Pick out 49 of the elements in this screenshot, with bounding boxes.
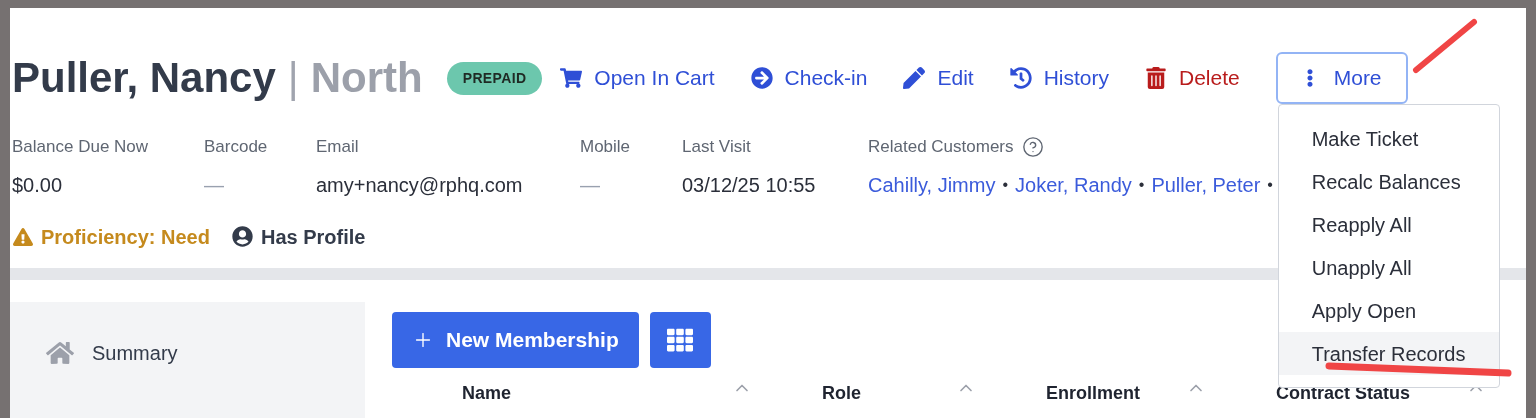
customer-link[interactable]: Puller, Peter <box>1151 169 1261 200</box>
cart-button[interactable]: Open In Cart <box>560 62 715 94</box>
menu-item[interactable]: Unapply All <box>1278 246 1499 289</box>
field-value: — <box>580 172 601 198</box>
edit-button[interactable]: Edit <box>903 62 974 94</box>
flag-label: Has Profile <box>260 224 366 250</box>
customer-name: Puller, Nancy <box>12 57 276 99</box>
field-value: — <box>204 172 225 198</box>
more-button[interactable]: More <box>1275 52 1408 104</box>
field-value: amy+nancy@rphq.com <box>316 172 524 198</box>
flag-label: Proficiency: Need <box>41 224 210 250</box>
field-label: Last Visit <box>682 136 752 158</box>
warning-icon <box>13 227 33 246</box>
history-icon <box>1009 67 1032 89</box>
home-icon <box>46 339 74 366</box>
user-icon <box>231 226 253 247</box>
pencil-icon <box>903 67 926 89</box>
new-membership-button[interactable]: New Membership <box>392 311 639 368</box>
field-label: Barcode <box>204 136 269 158</box>
link-separator: • <box>1267 174 1273 195</box>
field-label: Email <box>316 136 360 158</box>
field-value: 03/12/25 10:55 <box>682 172 817 198</box>
grid-icon <box>667 326 694 353</box>
column-header[interactable]: Enrollment <box>1046 383 1140 402</box>
customer-link[interactable]: Joker, Randy <box>1015 169 1132 200</box>
title-separator: | <box>287 57 299 99</box>
column-header[interactable]: Name <box>462 383 512 402</box>
menu-item[interactable]: Reapply All <box>1278 203 1499 246</box>
field-label: Related Customers <box>868 136 1014 158</box>
location-name: North <box>310 57 423 99</box>
field-label: Balance Due Now <box>12 136 150 158</box>
status-badge: PREPAID <box>446 61 543 95</box>
customer-link[interactable]: Cahilly, Jimmy <box>868 169 996 200</box>
menu-item[interactable]: Apply Open <box>1278 289 1499 332</box>
link-separator: • <box>1138 174 1145 195</box>
field-label: Mobile <box>580 136 632 158</box>
sidebar-item[interactable]: Summary <box>46 337 365 368</box>
field-value: $0.00 <box>12 172 64 198</box>
check-in-button[interactable]: Check-in <box>750 62 868 94</box>
trash-icon <box>1145 67 1167 89</box>
cart-icon <box>560 67 583 89</box>
menu-item[interactable]: Make Ticket <box>1278 117 1499 160</box>
history-button[interactable]: History <box>1009 62 1109 94</box>
link-separator: • <box>1002 174 1009 195</box>
grid-view-button[interactable] <box>649 311 711 368</box>
menu-item[interactable]: Recalc Balances <box>1278 160 1499 203</box>
delete-button[interactable]: Delete <box>1145 62 1240 94</box>
help-icon[interactable] <box>1021 135 1044 158</box>
column-header[interactable]: Role <box>822 383 861 402</box>
